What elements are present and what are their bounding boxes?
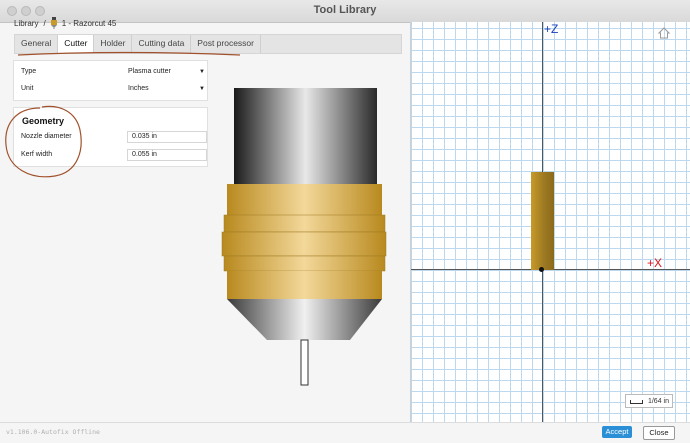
footer-bar: v1.106.0-Autofix Offline Accept Close — [0, 422, 690, 443]
type-row: Type Plasma cutter ▼ — [21, 65, 205, 79]
origin-point — [539, 267, 544, 272]
version-label: v1.106.0-Autofix Offline — [6, 428, 100, 436]
retaining-cap-upper — [227, 184, 382, 215]
type-select[interactable]: Plasma cutter ▼ — [128, 66, 208, 78]
tab-general[interactable]: General — [15, 35, 59, 53]
tool-profile — [531, 172, 554, 270]
type-label: Type — [21, 68, 37, 75]
tab-bar: General Cutter Holder Cutting data Post … — [14, 34, 402, 54]
accept-button[interactable]: Accept — [602, 426, 632, 438]
nozzle-diameter-row: Nozzle diameter 0.035 in — [21, 130, 207, 144]
kerf-width-row: Kerf width 0.055 in — [21, 148, 207, 162]
tab-cutting-data[interactable]: Cutting data — [132, 35, 192, 53]
tab-post-processor[interactable]: Post processor — [191, 35, 261, 53]
tool-library-window: Tool Library Library / 1 - Razorcut 45 G… — [0, 0, 690, 443]
geometry-panel: Geometry Nozzle diameter 0.035 in Kerf w… — [13, 107, 208, 167]
tab-cutter[interactable]: Cutter — [58, 35, 95, 53]
torch-body — [234, 88, 377, 184]
tool-preview-viewport[interactable]: +Z +X 1/64 in — [410, 22, 690, 422]
breadcrumb: Library / 1 - Razorcut 45 — [14, 16, 116, 30]
scale-bar-icon — [630, 400, 643, 404]
nozzle-diameter-label: Nozzle diameter — [21, 133, 72, 140]
scale-indicator: 1/64 in — [625, 394, 673, 408]
nozzle-tip — [300, 339, 309, 386]
unit-row: Unit Inches ▼ — [21, 82, 205, 96]
nozzle-diameter-input[interactable]: 0.035 in — [127, 131, 207, 143]
kerf-width-label: Kerf width — [21, 151, 53, 158]
plasma-tool-icon — [50, 17, 57, 29]
tab-holder[interactable]: Holder — [94, 35, 133, 53]
chevron-down-icon: ▼ — [199, 69, 205, 75]
scale-label: 1/64 in — [647, 398, 669, 405]
breadcrumb-separator: / — [43, 18, 46, 28]
close-button[interactable]: Close — [643, 426, 675, 440]
breadcrumb-library[interactable]: Library — [14, 19, 38, 28]
retaining-cap-band — [221, 231, 387, 257]
retaining-cap-lower — [223, 255, 386, 272]
unit-select[interactable]: Inches ▼ — [128, 83, 208, 95]
cutter-properties-panel: Type Plasma cutter ▼ Unit Inches ▼ — [13, 60, 208, 101]
z-axis-label: +Z — [544, 22, 559, 36]
retaining-cap-ring — [223, 214, 386, 233]
breadcrumb-current-tool: 1 - Razorcut 45 — [61, 18, 117, 28]
unit-value: Inches — [128, 85, 149, 92]
shield-cup — [227, 271, 382, 299]
window-title: Tool Library — [313, 4, 377, 16]
kerf-width-input[interactable]: 0.055 in — [127, 149, 207, 161]
home-icon[interactable] — [658, 27, 670, 39]
unit-label: Unit — [21, 85, 34, 92]
plasma-torch-preview — [221, 88, 387, 386]
x-axis-label: +X — [647, 256, 663, 270]
type-value: Plasma cutter — [128, 68, 171, 75]
nozzle-cone — [227, 299, 382, 340]
geometry-heading: Geometry — [22, 116, 65, 126]
